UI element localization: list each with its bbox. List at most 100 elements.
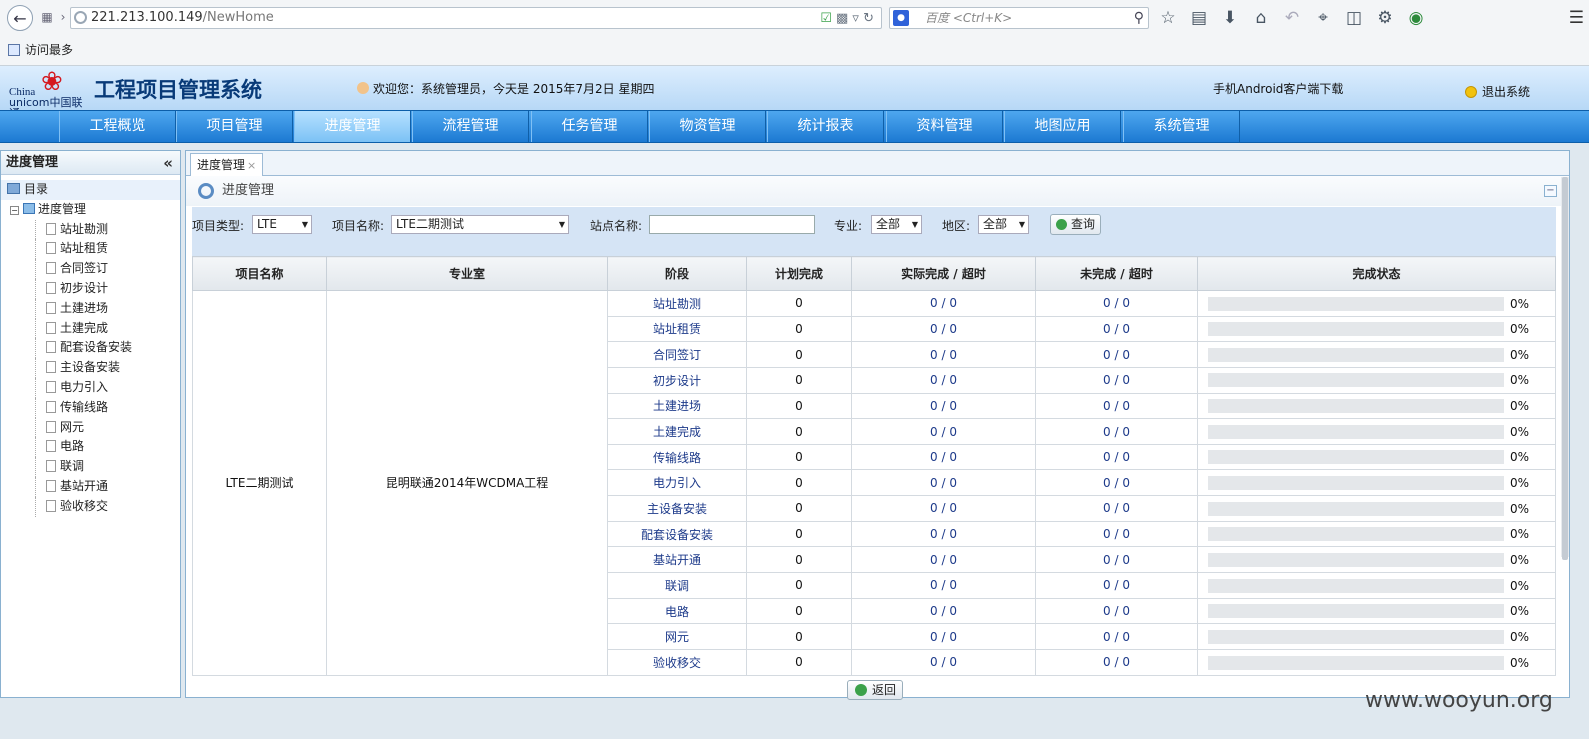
search-icon[interactable]: ⚲: [1134, 8, 1144, 28]
stage-link[interactable]: 配套设备安装: [607, 520, 747, 548]
major-select[interactable]: 全部 ▼: [871, 215, 922, 234]
menu-item-system[interactable]: 系统管理: [1123, 111, 1240, 142]
menu-item-task[interactable]: 任务管理: [531, 111, 648, 142]
actual-cell[interactable]: 0 / 0: [851, 290, 1036, 317]
crop-icon[interactable]: ⌖: [1313, 8, 1333, 28]
stage-link[interactable]: 电路: [607, 597, 747, 625]
tree-item[interactable]: 主设备安装: [1, 358, 180, 378]
tree-root[interactable]: 目录: [1, 180, 180, 200]
stage-link[interactable]: 网元: [607, 623, 747, 650]
stage-link[interactable]: 土建进场: [607, 392, 747, 420]
actual-cell[interactable]: 0 / 0: [851, 469, 1036, 497]
home-icon[interactable]: ⌂: [1251, 8, 1271, 28]
pending-cell[interactable]: 0 / 0: [1035, 392, 1198, 420]
actual-cell[interactable]: 0 / 0: [851, 495, 1036, 522]
pending-cell[interactable]: 0 / 0: [1035, 520, 1198, 548]
pending-cell[interactable]: 0 / 0: [1035, 495, 1198, 522]
tree-group[interactable]: − 进度管理: [1, 200, 180, 220]
tree-item[interactable]: 初步设计: [1, 278, 180, 299]
actual-cell[interactable]: 0 / 0: [851, 418, 1036, 445]
actual-cell[interactable]: 0 / 0: [851, 315, 1036, 343]
undo-icon[interactable]: ↶: [1282, 8, 1302, 28]
tree-item[interactable]: 配套设备安装: [1, 338, 180, 358]
actual-cell[interactable]: 0 / 0: [851, 520, 1036, 548]
close-icon[interactable]: ×: [247, 159, 256, 172]
logout-button[interactable]: 退出系统: [1465, 83, 1530, 100]
pending-cell[interactable]: 0 / 0: [1035, 341, 1198, 368]
hamburger-menu-icon[interactable]: ☰: [1569, 8, 1584, 28]
tab-progress[interactable]: 进度管理 ×: [190, 153, 264, 176]
menu-item-report[interactable]: 统计报表: [767, 111, 884, 142]
baidu-icon[interactable]: ●: [893, 10, 909, 26]
tree-item[interactable]: 土建完成: [1, 318, 180, 339]
stage-link[interactable]: 电力引入: [607, 469, 747, 497]
stage-link[interactable]: 联调: [607, 572, 747, 599]
dropdown-icon[interactable]: ▿: [852, 11, 859, 26]
tree-item[interactable]: 站址勘测: [1, 219, 180, 240]
collapse-icon[interactable]: «: [163, 151, 173, 175]
tree-item[interactable]: 电路: [1, 437, 180, 457]
back-button[interactable]: 返回: [847, 680, 904, 700]
stage-link[interactable]: 验收移交: [607, 648, 747, 676]
star-icon[interactable]: ☆: [1158, 8, 1178, 28]
refresh-icon[interactable]: ↻: [863, 11, 874, 26]
back-arrow-icon[interactable]: ←: [7, 5, 33, 31]
address-bar[interactable]: 221.213.100.149/NewHome ☑ ▩ ▿ ↻: [70, 7, 882, 29]
pending-cell[interactable]: 0 / 0: [1035, 623, 1198, 650]
query-button[interactable]: 查询: [1050, 214, 1102, 235]
pending-cell[interactable]: 0 / 0: [1035, 290, 1198, 317]
download-icon[interactable]: ⬇: [1220, 8, 1240, 28]
pending-cell[interactable]: 0 / 0: [1035, 418, 1198, 445]
security-icon[interactable]: ◉: [1406, 8, 1426, 28]
tree-item[interactable]: 验收移交: [1, 496, 180, 517]
actual-cell[interactable]: 0 / 0: [851, 443, 1036, 471]
extension-icon[interactable]: ⚙: [1375, 8, 1395, 28]
menu-item-project[interactable]: 项目管理: [176, 111, 293, 142]
menu-item-workflow[interactable]: 流程管理: [412, 111, 529, 142]
collapse-tree-icon[interactable]: −: [10, 205, 19, 215]
scrollbar-thumb[interactable]: [1562, 177, 1568, 560]
tree-item[interactable]: 网元: [1, 417, 180, 438]
name-select[interactable]: LTE二期测试 ▼: [391, 215, 569, 234]
stage-link[interactable]: 站址租赁: [607, 315, 747, 343]
actual-cell[interactable]: 0 / 0: [851, 341, 1036, 368]
menu-item-documents[interactable]: 资料管理: [886, 111, 1003, 142]
android-download-link[interactable]: 手机Android客户端下载: [1213, 80, 1343, 97]
tree-item[interactable]: 站址租赁: [1, 239, 180, 259]
menu-item-progress[interactable]: 进度管理: [294, 111, 411, 142]
pending-cell[interactable]: 0 / 0: [1035, 572, 1198, 599]
pending-cell[interactable]: 0 / 0: [1035, 648, 1198, 676]
region-select[interactable]: 全部 ▼: [978, 215, 1029, 234]
stage-link[interactable]: 初步设计: [607, 366, 747, 394]
scrollbar[interactable]: [1561, 177, 1569, 560]
pending-cell[interactable]: 0 / 0: [1035, 546, 1198, 574]
shield-icon[interactable]: ☑: [820, 11, 832, 26]
stage-link[interactable]: 主设备安装: [607, 495, 747, 522]
menu-item-overview[interactable]: 工程概览: [59, 111, 176, 142]
tree-item[interactable]: 土建进场: [1, 298, 180, 319]
tree-item[interactable]: 电力引入: [1, 377, 180, 398]
stage-link[interactable]: 站址勘测: [607, 290, 747, 317]
actual-cell[interactable]: 0 / 0: [851, 597, 1036, 625]
actual-cell[interactable]: 0 / 0: [851, 366, 1036, 394]
actual-cell[interactable]: 0 / 0: [851, 392, 1036, 420]
pending-cell[interactable]: 0 / 0: [1035, 469, 1198, 497]
actual-cell[interactable]: 0 / 0: [851, 648, 1036, 676]
pending-cell[interactable]: 0 / 0: [1035, 315, 1198, 343]
stage-link[interactable]: 土建完成: [607, 418, 747, 445]
tree-item[interactable]: 基站开通: [1, 476, 180, 497]
qr-code-icon[interactable]: ▩: [836, 11, 848, 26]
pending-cell[interactable]: 0 / 0: [1035, 443, 1198, 471]
pending-cell[interactable]: 0 / 0: [1035, 366, 1198, 394]
menu-item-map[interactable]: 地图应用: [1004, 111, 1121, 142]
search-box[interactable]: ● 百度 <Ctrl+K> ⚲: [889, 7, 1149, 29]
tree-item[interactable]: 传输线路: [1, 397, 180, 418]
menu-item-material[interactable]: 物资管理: [649, 111, 766, 142]
stage-link[interactable]: 传输线路: [607, 443, 747, 471]
type-select[interactable]: LTE ▼: [252, 215, 312, 234]
stage-link[interactable]: 基站开通: [607, 546, 747, 574]
reading-list-icon[interactable]: ▤: [1189, 8, 1209, 28]
site-input[interactable]: [649, 215, 815, 234]
stage-link[interactable]: 合同签订: [607, 341, 747, 368]
actual-cell[interactable]: 0 / 0: [851, 546, 1036, 574]
